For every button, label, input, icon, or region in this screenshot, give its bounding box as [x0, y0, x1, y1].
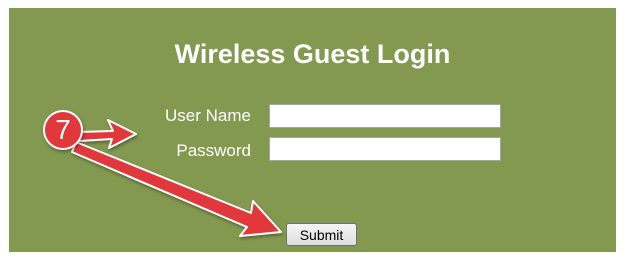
step-number-badge: 7	[43, 110, 83, 150]
page-title: Wireless Guest Login	[174, 39, 451, 69]
login-panel: Wireless Guest Login User Name Password …	[9, 8, 616, 252]
username-label: User Name	[165, 106, 251, 125]
submit-button[interactable]: Submit	[286, 223, 357, 246]
password-label: Password	[176, 141, 251, 160]
username-input[interactable]	[269, 104, 501, 128]
password-input[interactable]	[269, 137, 501, 161]
